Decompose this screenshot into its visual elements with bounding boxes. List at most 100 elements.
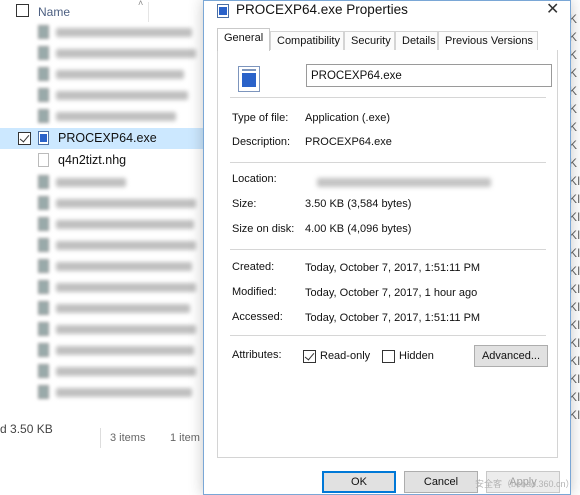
- file-row[interactable]: [0, 277, 210, 298]
- file-row[interactable]: [0, 298, 210, 319]
- file-icon: [38, 196, 49, 210]
- size-label: Size:: [232, 198, 257, 210]
- hidden-checkbox[interactable]: [382, 350, 395, 363]
- file-icon: [38, 175, 49, 189]
- created-value: Today, October 7, 2017, 1:51:11 PM: [305, 262, 481, 274]
- status-size-text: d 3.50 KB: [0, 422, 53, 436]
- blurred-location-value: [317, 178, 491, 187]
- file-icon: [38, 153, 49, 167]
- close-icon[interactable]: ✕: [546, 0, 559, 20]
- tab-compatibility[interactable]: Compatibility: [270, 31, 344, 50]
- created-label: Created:: [232, 261, 275, 273]
- blurred-filename: [56, 283, 196, 292]
- file-row[interactable]: [0, 340, 210, 361]
- type-of-file-value: Application (.exe): [305, 112, 390, 124]
- name-column-header[interactable]: Name: [38, 5, 70, 19]
- file-icon: [38, 217, 49, 231]
- blurred-filename: [56, 367, 196, 376]
- file-icon: [38, 88, 49, 102]
- row-checkbox[interactable]: [18, 132, 31, 145]
- file-icon: [38, 343, 49, 357]
- file-icon: [38, 364, 49, 378]
- exe-title-icon: [217, 4, 229, 18]
- exe-large-icon: [234, 66, 262, 94]
- file-name: q4n2tizt.nhg: [58, 153, 127, 167]
- file-row[interactable]: [0, 85, 210, 106]
- file-icon: [38, 238, 49, 252]
- file-icon: [38, 385, 49, 399]
- file-row[interactable]: [0, 235, 210, 256]
- tab-security[interactable]: Security: [344, 31, 395, 50]
- size-value: 3.50 KB (3,584 bytes): [305, 198, 412, 210]
- file-icon: [38, 109, 49, 123]
- file-row[interactable]: [0, 319, 210, 340]
- file-icon: [38, 25, 49, 39]
- divider: [230, 97, 546, 98]
- blurred-filename: [56, 325, 196, 334]
- file-row[interactable]: [0, 43, 210, 64]
- watermark-text: 安全客（bobao.360.cn）: [475, 479, 575, 489]
- file-icon: [38, 280, 49, 294]
- size-on-disk-value: 4.00 KB (4,096 bytes): [305, 223, 412, 235]
- advanced-button[interactable]: Advanced...: [474, 345, 548, 367]
- exe-file-icon: [38, 131, 49, 145]
- file-name-input[interactable]: [306, 64, 552, 87]
- divider: [230, 335, 546, 336]
- blurred-filename: [56, 70, 184, 79]
- ok-button[interactable]: OK: [322, 471, 396, 493]
- modified-value: Today, October 7, 2017, 1 hour ago: [305, 287, 478, 299]
- dialog-title-bar[interactable]: PROCEXP64.exe Properties ✕: [204, 1, 570, 23]
- dialog-title: PROCEXP64.exe Properties: [236, 2, 408, 17]
- file-icon: [38, 301, 49, 315]
- file-row-selected[interactable]: PROCEXP64.exe: [0, 128, 210, 149]
- file-icon: [38, 259, 49, 273]
- divider: [230, 249, 546, 250]
- file-row[interactable]: [0, 256, 210, 277]
- file-icon: [38, 322, 49, 336]
- status-separator: [100, 428, 101, 448]
- blurred-filename: [56, 49, 196, 58]
- read-only-label[interactable]: Read-only: [320, 350, 370, 362]
- general-tab-panel: Type of file: Application (.exe) Descrip…: [217, 50, 558, 458]
- tab-previous-versions[interactable]: Previous Versions: [438, 31, 538, 50]
- location-label: Location:: [232, 173, 277, 185]
- file-icon: [38, 67, 49, 81]
- file-name: PROCEXP64.exe: [58, 131, 157, 145]
- size-on-disk-label: Size on disk:: [232, 223, 295, 235]
- read-only-checkbox[interactable]: [303, 350, 316, 363]
- file-row[interactable]: [0, 193, 210, 214]
- blurred-filename: [56, 388, 192, 397]
- cancel-button[interactable]: Cancel: [404, 471, 478, 493]
- file-row[interactable]: [0, 64, 210, 85]
- file-row[interactable]: [0, 106, 210, 127]
- blurred-filename: [56, 346, 194, 355]
- blurred-filename: [56, 199, 196, 208]
- modified-label: Modified:: [232, 286, 277, 298]
- file-row[interactable]: [0, 382, 210, 403]
- tab-general[interactable]: General: [217, 28, 270, 51]
- description-label: Description:: [232, 136, 291, 148]
- status-item-count: 3 items: [110, 432, 146, 444]
- blurred-filename: [56, 91, 188, 100]
- file-row[interactable]: [0, 172, 210, 193]
- type-of-file-label: Type of file:: [232, 112, 289, 124]
- attributes-label: Attributes:: [232, 349, 282, 361]
- description-value: PROCEXP64.exe: [305, 136, 392, 148]
- blurred-filename: [56, 262, 192, 271]
- blurred-filename: [56, 304, 190, 313]
- file-row[interactable]: [0, 214, 210, 235]
- tab-details[interactable]: Details: [395, 31, 438, 50]
- file-row[interactable]: q4n2tizt.nhg: [0, 150, 210, 171]
- blurred-filename: [56, 112, 176, 121]
- accessed-value: Today, October 7, 2017, 1:51:11 PM: [305, 312, 481, 324]
- file-list-header: Name ˄: [0, 0, 210, 24]
- column-separator[interactable]: [148, 2, 149, 22]
- file-row[interactable]: [0, 22, 210, 43]
- hidden-label[interactable]: Hidden: [399, 350, 434, 362]
- blurred-filename: [56, 28, 192, 37]
- file-icon: [38, 46, 49, 60]
- select-all-checkbox[interactable]: [16, 4, 29, 17]
- divider: [230, 162, 546, 163]
- status-selected-count: 1 item: [170, 432, 200, 444]
- file-row[interactable]: [0, 361, 210, 382]
